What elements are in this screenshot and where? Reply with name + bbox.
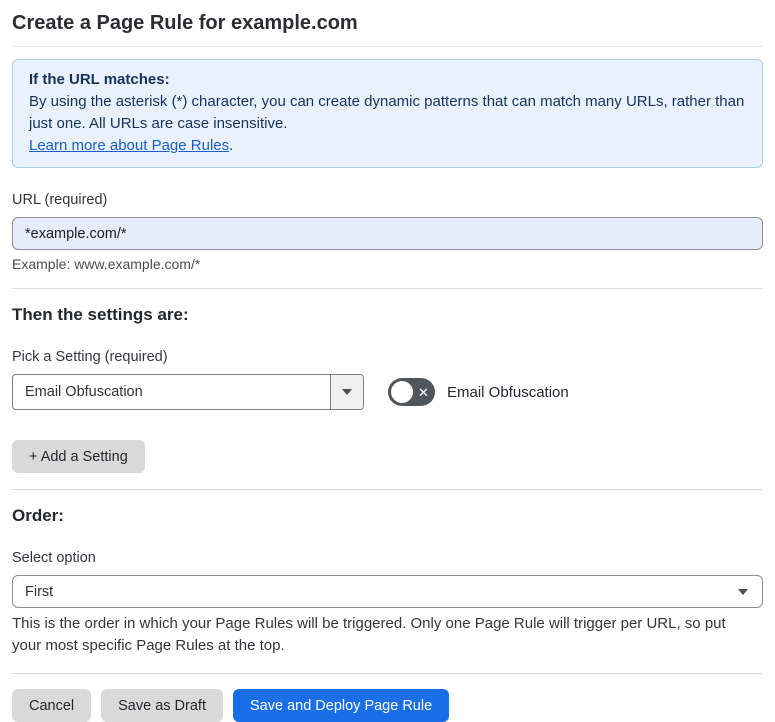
- save-and-deploy-button[interactable]: Save and Deploy Page Rule: [232, 689, 450, 722]
- cancel-button[interactable]: Cancel: [12, 689, 92, 722]
- page-title: Create a Page Rule for example.com: [12, 10, 763, 47]
- order-description: This is the order in which your Page Rul…: [12, 615, 726, 654]
- add-setting-button[interactable]: + Add a Setting: [12, 440, 145, 473]
- pick-setting-label: Pick a Setting (required): [12, 349, 168, 365]
- callout-heading: If the URL matches:: [29, 71, 170, 88]
- section-divider: [12, 489, 763, 490]
- setting-select-value: Email Obfuscation: [25, 384, 143, 400]
- url-matches-callout: If the URL matches: By using the asteris…: [12, 59, 763, 168]
- create-page-rule-form: Create a Page Rule for example.com If th…: [0, 0, 775, 722]
- chevron-down-icon: [342, 389, 352, 395]
- url-example-text: Example: www.example.com/*: [12, 256, 201, 272]
- learn-more-link[interactable]: Learn more about Page Rules: [29, 137, 229, 154]
- url-input[interactable]: [12, 217, 763, 250]
- order-select-value: First: [25, 583, 54, 600]
- toggle-knob: [391, 381, 413, 403]
- toggle-label: Email Obfuscation: [447, 383, 569, 401]
- email-obfuscation-toggle[interactable]: ✕: [388, 378, 435, 406]
- url-field-label: URL (required): [12, 192, 108, 208]
- callout-link-line: Learn more about Page Rules.: [29, 135, 746, 157]
- settings-section-heading: Then the settings are:: [12, 305, 189, 324]
- chevron-down-icon: [738, 588, 748, 595]
- form-footer: Cancel Save as Draft Save and Deploy Pag…: [12, 673, 763, 722]
- callout-link-suffix: .: [229, 137, 234, 154]
- setting-select[interactable]: Email Obfuscation: [12, 374, 364, 410]
- order-select[interactable]: First: [12, 575, 763, 608]
- setting-select-arrow-button[interactable]: [330, 375, 363, 409]
- save-as-draft-button[interactable]: Save as Draft: [101, 689, 223, 722]
- setting-picker-row: Email Obfuscation ✕ Email Obfuscation: [12, 374, 763, 410]
- order-select-label: Select option: [12, 550, 96, 566]
- callout-body: By using the asterisk (*) character, you…: [29, 93, 745, 132]
- x-icon: ✕: [418, 384, 429, 400]
- order-section-heading: Order:: [12, 506, 64, 525]
- section-divider: [12, 288, 763, 289]
